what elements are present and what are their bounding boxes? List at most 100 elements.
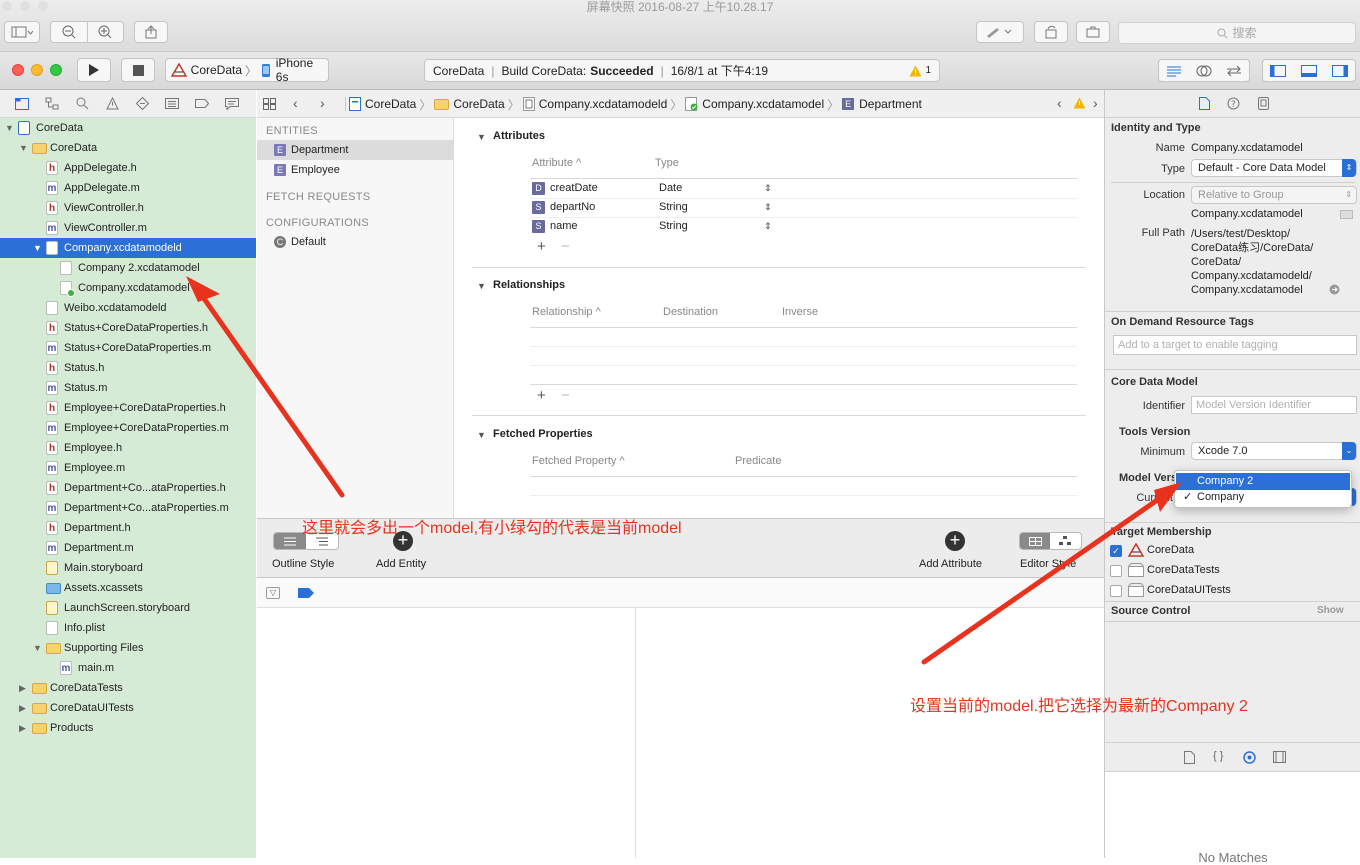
navigator-item[interactable]: h Status+CoreDataProperties.h	[0, 318, 256, 338]
type-popup[interactable]: Default - Core Data Model ⇕	[1191, 159, 1357, 177]
debug-navigator-icon[interactable]	[165, 97, 179, 110]
warning-indicator[interactable]: 1	[909, 65, 931, 77]
identifier-field[interactable]: Model Version Identifier	[1191, 396, 1357, 414]
run-button[interactable]	[77, 58, 111, 82]
zoom-window-button[interactable]	[50, 64, 62, 76]
disclosure-closed-icon[interactable]: ▶	[19, 718, 26, 738]
type-column-header[interactable]: Type	[655, 157, 679, 169]
fetched-property-column-header[interactable]: Fetched Property ^	[532, 455, 625, 467]
navigator-item[interactable]: h Status.h	[0, 358, 256, 378]
report-navigator-icon[interactable]	[225, 97, 239, 110]
navigator-item[interactable]: ▼ Company.xcdatamodeld	[0, 238, 256, 258]
symbol-navigator-icon[interactable]	[45, 97, 59, 110]
disclosure-closed-icon[interactable]: ▶	[19, 698, 26, 718]
forward-arrow-icon[interactable]: ›	[320, 95, 325, 111]
breakpoint-toggle-icon[interactable]	[298, 588, 314, 598]
phone-inspector-icon[interactable]	[1258, 97, 1269, 110]
crumb-entity[interactable]: Department	[859, 97, 922, 111]
close-window-button[interactable]	[12, 64, 24, 76]
navigator-item[interactable]: ▼ CoreData	[0, 138, 256, 158]
file-inspector-icon[interactable]	[1199, 97, 1210, 110]
toggle-debug-button[interactable]	[1294, 64, 1325, 77]
add-attribute-label[interactable]: Add Attribute	[919, 558, 982, 570]
related-items-icon[interactable]	[263, 98, 276, 110]
search-field[interactable]: 搜索	[1118, 22, 1356, 44]
target-coredatauitests-row[interactable]: CoreDataUITests	[1109, 583, 1359, 603]
navigator-item[interactable]: m Employee+CoreDataProperties.m	[0, 418, 256, 438]
minimize-window-button[interactable]	[31, 64, 43, 76]
find-navigator-icon[interactable]	[76, 97, 89, 110]
zoom-out-button[interactable]	[51, 25, 87, 39]
navigator-item[interactable]: ▶ CoreDataTests	[0, 678, 256, 698]
predicate-column-header[interactable]: Predicate	[735, 455, 781, 467]
navigator-item[interactable]: Info.plist	[0, 618, 256, 638]
warning-icon[interactable]	[1073, 97, 1086, 109]
next-issue-icon[interactable]: ›	[1093, 95, 1098, 111]
prev-issue-icon[interactable]: ‹	[1057, 95, 1062, 111]
attribute-type[interactable]: String	[659, 198, 688, 217]
add-entity-label[interactable]: Add Entity	[376, 558, 426, 570]
relationship-column-header[interactable]: Relationship ^	[532, 306, 601, 318]
navigator-item[interactable]: m Status.m	[0, 378, 256, 398]
file-template-icon[interactable]	[1184, 751, 1195, 764]
navigator-item[interactable]: LaunchScreen.storyboard	[0, 598, 256, 618]
disclosure-open-icon[interactable]: ▼	[33, 638, 42, 658]
collapse-triangle-icon[interactable]: ▼	[477, 132, 486, 142]
remove-relationship-minus-button[interactable]: −	[561, 387, 570, 404]
share-button[interactable]	[134, 21, 168, 43]
navigator-item[interactable]: m Employee.m	[0, 458, 256, 478]
issue-navigator-icon[interactable]	[106, 97, 119, 110]
navigator-item[interactable]: m main.m	[0, 658, 256, 678]
navigator-item[interactable]: h Department+Co...ataProperties.h	[0, 478, 256, 498]
stepper-icon[interactable]: ⇕	[764, 179, 772, 198]
target-coredata-row[interactable]: ✓ CoreData	[1109, 543, 1359, 563]
crumb-modeld[interactable]: Company.xcdatamodeld	[539, 97, 668, 111]
show-source-control-button[interactable]: Show	[1317, 605, 1344, 616]
navigator-item[interactable]: m AppDelegate.m	[0, 178, 256, 198]
navigator-item[interactable]: Weibo.xcdatamodeld	[0, 298, 256, 318]
crumb-project[interactable]: CoreData	[365, 97, 416, 111]
entity-item-department[interactable]: E Department	[257, 140, 454, 160]
media-library-icon[interactable]	[1273, 751, 1286, 763]
navigator-item[interactable]: ▼ CoreData	[0, 118, 256, 138]
attribute-row[interactable]: D creatDate Date ⇕	[530, 179, 1077, 198]
crumb-model[interactable]: Company.xcdatamodel	[702, 97, 824, 111]
navigator-item[interactable]: h Employee+CoreDataProperties.h	[0, 398, 256, 418]
location-popup[interactable]: Relative to Group ⇕	[1191, 186, 1357, 204]
attribute-type[interactable]: String	[659, 217, 688, 236]
back-arrow-icon[interactable]: ‹	[293, 95, 298, 111]
stop-button[interactable]	[121, 58, 155, 82]
graph-style-button[interactable]	[1050, 533, 1081, 549]
navigator-item[interactable]: Assets.xcassets	[0, 578, 256, 598]
scheme-selector[interactable]: CoreData 〉 iPhone 6s	[165, 56, 329, 84]
disclosure-open-icon[interactable]: ▼	[5, 118, 14, 138]
attribute-name[interactable]: name	[550, 217, 578, 236]
navigator-item[interactable]: h AppDelegate.h	[0, 158, 256, 178]
zoom-in-button[interactable]	[87, 25, 123, 39]
breakpoint-navigator-icon[interactable]	[195, 97, 209, 110]
navigator-item[interactable]: Company 2.xcdatamodel	[0, 258, 256, 278]
attribute-row[interactable]: S name String ⇕	[530, 217, 1077, 236]
code-snippet-icon[interactable]: { }	[1213, 750, 1223, 762]
navigator-item[interactable]: Company.xcdatamodel	[0, 278, 256, 298]
config-item-default[interactable]: C Default	[257, 232, 454, 252]
name-value[interactable]: Company.xcdatamodel	[1191, 142, 1303, 154]
navigator-item[interactable]: Main.storyboard	[0, 558, 256, 578]
reveal-arrow-icon[interactable]	[1329, 284, 1340, 295]
object-library-icon[interactable]	[1243, 751, 1256, 764]
add-attribute-plus-button[interactable]: +	[537, 238, 546, 255]
disclosure-open-icon[interactable]: ▼	[19, 138, 28, 158]
checkbox-checked[interactable]: ✓	[1110, 545, 1122, 557]
toolbox-button[interactable]	[1076, 21, 1110, 43]
add-attribute-plus-icon[interactable]: +	[945, 531, 965, 551]
assistant-editor-button[interactable]	[1189, 65, 1219, 77]
navigator-item[interactable]: m Status+CoreDataProperties.m	[0, 338, 256, 358]
disclosure-open-icon[interactable]: ▼	[33, 238, 42, 258]
entity-item-employee[interactable]: E Employee	[257, 160, 454, 180]
navigator-item[interactable]: ▶ Products	[0, 718, 256, 738]
destination-column-header[interactable]: Destination	[663, 306, 718, 318]
menu-item-company-2[interactable]: Company 2	[1176, 473, 1350, 490]
sidebar-toggle-button[interactable]	[4, 21, 40, 43]
folder-reveal-icon[interactable]	[1340, 209, 1353, 219]
project-navigator-icon[interactable]	[15, 97, 29, 110]
